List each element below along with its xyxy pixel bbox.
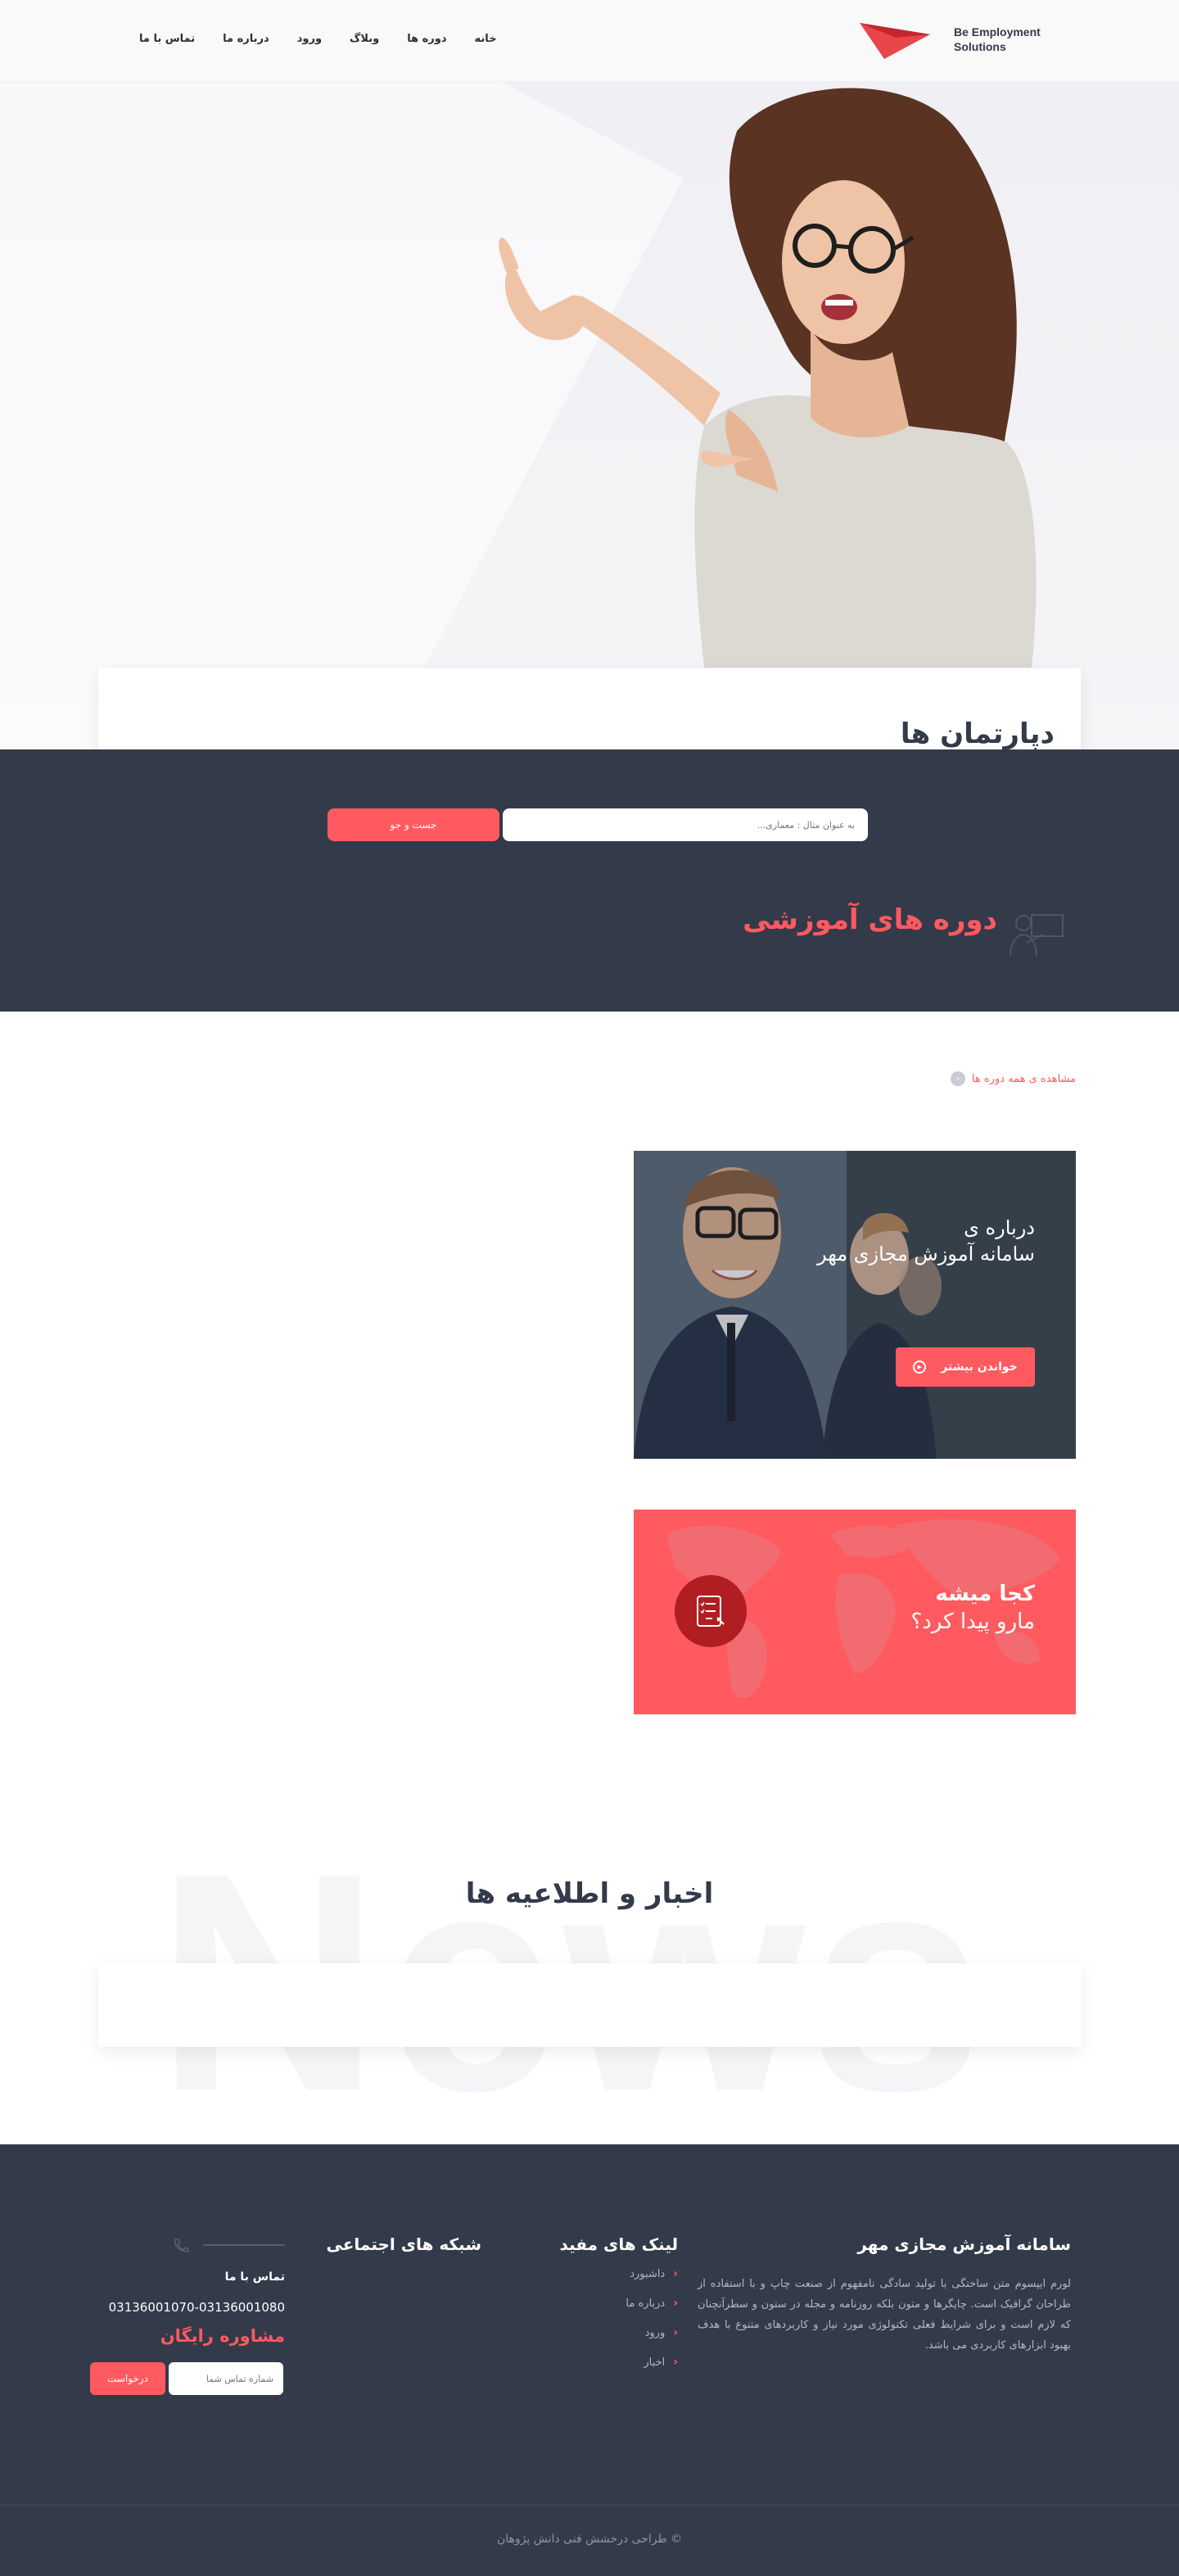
- arrow-left-icon: ‹: [950, 1071, 965, 1086]
- footer-divider: [0, 2505, 1179, 2506]
- footer-link-label: اخبار: [644, 2356, 666, 2369]
- view-all-courses-link[interactable]: مشاهده ی همه دوره ها ‹: [950, 1071, 1076, 1086]
- site-header: Be Employment Solutions تماس با ما دربار…: [0, 0, 1179, 82]
- nav-blog[interactable]: وبلاگ: [350, 26, 379, 52]
- view-all-courses-label: مشاهده ی همه دوره ها: [971, 1072, 1076, 1085]
- hero-section: دپارتمان ها: [0, 82, 1179, 749]
- about-card: درباره ی سامانه آموزش مجازی مهر خواندن ب…: [634, 1151, 1076, 1459]
- site-footer: سامانه آموزش مجازی مهر لورم ایپسوم متن س…: [0, 2144, 1179, 2576]
- footer-links-title: لینک های مفید: [559, 2234, 678, 2254]
- contact-divider: [203, 2244, 285, 2246]
- footer-link-label: درباره ما: [626, 2297, 666, 2310]
- footer-about-text: لورم ایپسوم متن ساختگی با تولید سادگی نا…: [698, 2278, 1071, 2352]
- courses-section-title: دوره های آموزشی: [743, 903, 997, 936]
- footer-contact-title: تماس با ما: [224, 2270, 285, 2284]
- hero-woman-image: [499, 88, 1037, 668]
- logo-line-1: Be Employment: [954, 25, 1041, 38]
- phone-number-input[interactable]: [169, 2362, 283, 2395]
- site-logo[interactable]: Be Employment Solutions: [860, 18, 1056, 64]
- footer-link-news[interactable]: ‹ اخبار: [626, 2356, 678, 2369]
- search-input[interactable]: [503, 808, 868, 841]
- nav-about[interactable]: درباره ما: [223, 26, 269, 52]
- copyright-text: © طراحی درخشش فنی دانش پژوهان: [496, 2533, 683, 2546]
- nav-home[interactable]: خانه: [475, 26, 497, 52]
- footer-links-list: ‹ داشبورد ‹ درباره ما ‹ ورود ‹ اخبار: [626, 2267, 678, 2385]
- location-card-subtitle: مارو پیدا کرد؟: [910, 1609, 1035, 1634]
- read-more-label: خواندن بیشتر: [941, 1360, 1018, 1374]
- chevron-left-icon: ‹: [673, 2297, 678, 2310]
- nav-contact[interactable]: تماس با ما: [139, 26, 195, 52]
- main-nav: تماس با ما درباره ما ورود وبلاگ دوره ها …: [139, 26, 525, 52]
- nav-courses[interactable]: دوره ها: [407, 26, 446, 52]
- read-more-button[interactable]: خواندن بیشتر ▶: [896, 1347, 1035, 1387]
- news-section-title: اخبار و اطلاعیه ها: [465, 1877, 714, 1910]
- about-card-subtitle: درباره ی: [964, 1216, 1035, 1239]
- page-title: دپارتمان ها: [900, 718, 1055, 749]
- search-button[interactable]: جست و جو: [328, 808, 499, 841]
- logo-line-2: Solutions: [954, 40, 1006, 53]
- chevron-left-icon: ‹: [673, 2356, 678, 2369]
- chevron-left-icon: ‹: [673, 2326, 678, 2339]
- footer-social-title: شبکه های اجتماعی: [326, 2234, 481, 2254]
- free-consult-title: مشاوره رایگان: [160, 2326, 285, 2346]
- nav-login[interactable]: ورود: [297, 26, 322, 52]
- search-band: جست و جو دوره های آموزشی: [0, 749, 1179, 1012]
- logo-mark-icon: [860, 23, 930, 59]
- phone-icon: [174, 2239, 189, 2252]
- about-card-title: سامانه آموزش مجازی مهر: [816, 1243, 1035, 1265]
- request-button[interactable]: درخواست: [90, 2362, 165, 2395]
- footer-link-login[interactable]: ‹ ورود: [626, 2326, 678, 2339]
- checklist-icon: [675, 1575, 747, 1647]
- teacher-icon: [1010, 914, 1064, 957]
- footer-phone: 03136001070-03136001080: [108, 2300, 285, 2315]
- logo-text: Be Employment Solutions: [954, 25, 1041, 54]
- footer-link-dashboard[interactable]: ‹ داشبورد: [626, 2267, 678, 2280]
- play-icon: ▶: [913, 1360, 927, 1374]
- footer-link-label: داشبورد: [630, 2267, 666, 2280]
- news-card: [98, 1963, 1081, 2047]
- footer-about-title: سامانه آموزش مجازی مهر: [857, 2234, 1071, 2254]
- page-title-card: دپارتمان ها: [98, 668, 1081, 749]
- business-people-image: [634, 1151, 1076, 1459]
- location-card[interactable]: کجا میشه مارو پیدا کرد؟: [634, 1510, 1076, 1714]
- footer-link-about[interactable]: ‹ درباره ما: [626, 2297, 678, 2310]
- footer-link-label: ورود: [644, 2326, 666, 2339]
- location-card-title: کجا میشه: [935, 1582, 1035, 1606]
- chevron-left-icon: ‹: [673, 2267, 678, 2280]
